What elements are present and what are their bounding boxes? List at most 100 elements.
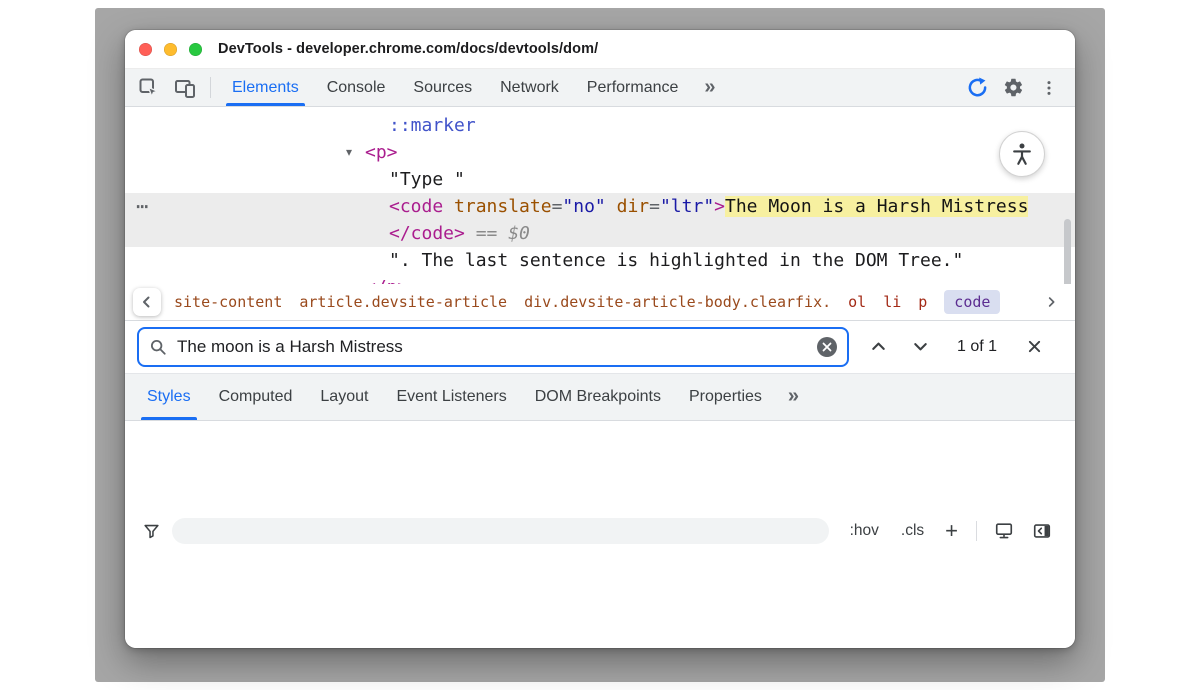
chevron-right-icon (1044, 295, 1058, 309)
dom-token-val: "no" (562, 196, 605, 217)
devtools-window: DevTools - developer.chrome.com/docs/dev… (125, 30, 1075, 648)
search-icon (149, 338, 167, 356)
tab-dom-breakpoints[interactable]: DOM Breakpoints (521, 374, 675, 420)
next-match-button[interactable] (899, 329, 941, 365)
breadcrumb-site-content[interactable]: site-content (174, 293, 282, 311)
row-overflow-ellipsis[interactable]: ⋯ (136, 193, 149, 220)
close-x-icon (1026, 338, 1043, 355)
dom-token-tag: <p> (365, 142, 398, 163)
breadcrumb-article-devsite-article[interactable]: article.devsite-article (299, 293, 507, 311)
dom-token-text: "Type " (389, 169, 465, 190)
dom-token-attr: translate (443, 196, 551, 217)
dom-tree-row[interactable]: </p> (125, 274, 1075, 284)
dom-token-tag: > (714, 196, 725, 217)
tab-network[interactable]: Network (486, 69, 573, 106)
dom-tree-row[interactable]: ▾ <p> (125, 139, 1075, 166)
tab-event-listeners[interactable]: Event Listeners (382, 374, 520, 420)
tab-styles[interactable]: Styles (133, 374, 205, 420)
dom-tree-row[interactable]: ⋯<code translate="no" dir="ltr">The Moon… (125, 193, 1075, 220)
element-classes-button[interactable]: .cls (890, 522, 935, 540)
dom-token-punct: = (649, 196, 660, 217)
breadcrumb-bar: site-content article.devsite-article div.d… (125, 284, 1075, 321)
tab-computed[interactable]: Computed (205, 374, 307, 420)
search-match-count: 1 of 1 (941, 338, 1013, 356)
accessibility-person-button[interactable] (999, 131, 1045, 177)
breadcrumb-scroll-right-button[interactable] (1037, 288, 1065, 316)
kebab-menu-icon (1040, 79, 1058, 97)
tab-performance[interactable]: Performance (573, 69, 693, 106)
breadcrumb-p[interactable]: p (918, 293, 927, 311)
dom-token-hl: The Moon is a Harsh Mistress (725, 196, 1028, 217)
window-title: DevTools - developer.chrome.com/docs/dev… (218, 41, 598, 57)
dom-tree-row[interactable]: ". The last sentence is highlighted in t… (125, 247, 1075, 274)
tab-layout[interactable]: Layout (306, 374, 382, 420)
tab-properties[interactable]: Properties (675, 374, 776, 420)
dom-search-bar: The moon is a Harsh Mistress 1 of 1 (125, 321, 1075, 374)
kebab-menu-button[interactable] (1031, 79, 1067, 97)
previous-match-button[interactable] (857, 329, 899, 365)
traffic-lights (139, 43, 202, 56)
gear-icon (1003, 77, 1024, 98)
inspect-cursor-icon (138, 77, 160, 99)
clear-search-button[interactable] (817, 337, 837, 357)
dom-tree-row[interactable]: "Type " (125, 166, 1075, 193)
reload-devtools-button[interactable] (959, 76, 995, 99)
tab-sources[interactable]: Sources (399, 69, 486, 106)
dom-tree-row[interactable]: ::marker (125, 112, 1075, 139)
dom-token-attr: dir (606, 196, 649, 217)
new-style-rule-button[interactable]: + (935, 520, 968, 542)
sidebar-tab-strip: StylesComputedLayoutEvent ListenersDOM B… (125, 374, 1075, 421)
search-input-value: The moon is a Harsh Mistress (177, 337, 817, 357)
accessibility-person-icon (1009, 141, 1035, 167)
dom-token-gray: == (465, 223, 508, 244)
dom-tree: ::marker▾<p>"Type "⋯<code translate="no"… (125, 112, 1075, 284)
styles-toolbar: :hov .cls + (125, 421, 1075, 649)
dom-token-punct: = (552, 196, 563, 217)
sidebar-toggle-icon (1032, 521, 1052, 541)
chevron-left-icon (139, 294, 155, 310)
settings-button[interactable] (995, 77, 1031, 98)
titlebar: DevTools - developer.chrome.com/docs/dev… (125, 30, 1075, 69)
close-search-button[interactable] (1013, 329, 1055, 365)
styles-toolbar-divider (976, 521, 977, 541)
breadcrumb-div-devsite-article-body-clearfix[interactable]: div.devsite-article-body.clearfix. (524, 293, 831, 311)
search-input[interactable]: The moon is a Harsh Mistress (137, 327, 849, 367)
dom-token-tag: <code (389, 196, 443, 217)
more-sidebar-tabs-button[interactable]: » (776, 374, 811, 420)
rendering-emulations-button[interactable] (985, 516, 1023, 546)
dom-tree-scrollbar-thumb[interactable] (1064, 219, 1071, 284)
device-toolbar-button[interactable] (167, 69, 203, 106)
style-filter-input[interactable] (172, 518, 829, 544)
breadcrumb-li[interactable]: li (883, 293, 901, 311)
tab-console[interactable]: Console (313, 69, 400, 106)
dom-tree-row[interactable]: </code> == $0 (125, 220, 1075, 247)
dom-token-text: ". The last sentence is highlighted in t… (389, 250, 963, 271)
gray-backdrop: DevTools - developer.chrome.com/docs/dev… (95, 8, 1105, 682)
dom-token-pseudo: ::marker (389, 115, 476, 136)
toolbar-divider (210, 77, 211, 98)
filter-funnel-icon[interactable] (143, 523, 160, 540)
reload-devtools-icon (966, 76, 989, 99)
dom-token-var: $0 (508, 223, 530, 244)
close-window-button[interactable] (139, 43, 152, 56)
breadcrumb-code[interactable]: code (944, 290, 1000, 314)
breadcrumb-scroll-left-button[interactable] (133, 288, 161, 316)
toolbar-right-actions (959, 69, 1075, 106)
dom-token-tag: </p> (365, 277, 408, 284)
elements-dom-tree-panel: ::marker▾<p>"Type "⋯<code translate="no"… (125, 107, 1075, 284)
devtools-tab-strip: ElementsConsoleSourcesNetworkPerformance (218, 69, 692, 106)
sidebar-tabs: StylesComputedLayoutEvent ListenersDOM B… (133, 374, 776, 420)
tab-elements[interactable]: Elements (218, 69, 313, 106)
breadcrumb-ol[interactable]: ol (848, 293, 866, 311)
more-panels-button[interactable]: » (692, 69, 727, 106)
computed-sidebar-toggle-button[interactable] (1023, 516, 1061, 546)
clear-x-icon (822, 342, 832, 352)
dom-token-val: "ltr" (660, 196, 714, 217)
zoom-window-button[interactable] (189, 43, 202, 56)
dom-token-tag: </code> (389, 223, 465, 244)
minimize-window-button[interactable] (164, 43, 177, 56)
device-toolbar-icon (174, 77, 196, 99)
toggle-element-state-button[interactable]: :hov (839, 522, 890, 540)
collapse-arrow-icon[interactable]: ▾ (346, 139, 352, 166)
inspect-element-button[interactable] (131, 69, 167, 106)
